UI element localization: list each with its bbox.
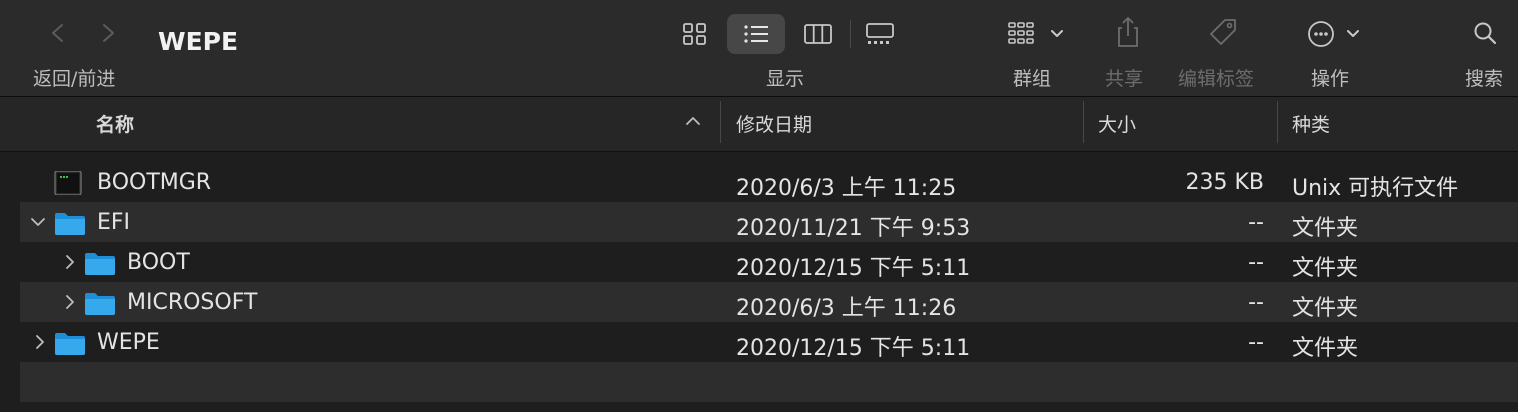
file-size: -- <box>1248 210 1264 235</box>
window-title: WEPE <box>158 27 239 56</box>
column-view-button[interactable] <box>789 14 847 54</box>
sort-ascending-icon[interactable] <box>683 113 703 129</box>
column-view-icon <box>804 24 832 44</box>
column-size[interactable]: 大小 <box>1098 110 1136 137</box>
column-name[interactable]: 名称 <box>96 110 134 137</box>
folder-icon <box>55 333 85 355</box>
group-label: 群组 <box>1013 68 1052 90</box>
column-divider[interactable] <box>720 101 721 143</box>
edit-tags-button[interactable] <box>1205 14 1241 54</box>
chevron-right-icon <box>103 24 114 42</box>
list-item[interactable]: BOOTMGR 2020/6/3 上午 11:25 235 KB Unix 可执… <box>20 162 1518 202</box>
group-button[interactable] <box>1006 14 1068 54</box>
chevron-down-icon[interactable] <box>30 213 46 231</box>
file-date: 2020/6/3 上午 11:26 <box>736 296 957 321</box>
file-list: BOOTMGR 2020/6/3 上午 11:25 235 KB Unix 可执… <box>0 152 1518 412</box>
file-kind: 文件夹 <box>1292 336 1359 361</box>
group-icon <box>1008 22 1063 44</box>
file-size: -- <box>1248 330 1264 355</box>
empty-row <box>20 362 1518 402</box>
ellipsis-circle-icon <box>1308 21 1359 47</box>
file-kind: 文件夹 <box>1292 256 1359 281</box>
file-date: 2020/6/3 上午 11:25 <box>736 176 957 201</box>
tag-icon <box>1210 19 1236 45</box>
action-label: 操作 <box>1311 68 1350 90</box>
chevron-right-icon[interactable] <box>62 293 78 311</box>
grid-view-icon <box>683 23 706 45</box>
forward-button[interactable] <box>94 16 122 50</box>
finder-window: 返回/前进 WEPE 显示 群组 共享 编辑标签 操作 搜索 名称 修改日期 大… <box>0 0 1518 412</box>
chevron-down-icon <box>1051 30 1063 37</box>
terminal-executable-icon <box>54 171 82 195</box>
file-size: -- <box>1248 250 1264 275</box>
list-item[interactable]: BOOT 2020/12/15 下午 5:11 -- 文件夹 <box>20 242 1518 282</box>
search-label: 搜索 <box>1465 68 1504 90</box>
list-view-icon <box>744 25 768 43</box>
action-button[interactable] <box>1306 14 1366 54</box>
folder-icon <box>55 213 85 235</box>
column-divider[interactable] <box>1083 101 1084 143</box>
file-name: EFI <box>97 210 131 235</box>
file-name: MICROSOFT <box>127 290 258 315</box>
nav-label: 返回/前进 <box>33 68 116 90</box>
share-button[interactable] <box>1111 14 1145 54</box>
file-name: BOOTMGR <box>97 170 212 195</box>
file-kind: Unix 可执行文件 <box>1292 176 1459 201</box>
list-view-button[interactable] <box>727 14 785 54</box>
gallery-view-icon <box>866 23 894 44</box>
column-kind[interactable]: 种类 <box>1292 110 1330 137</box>
file-date: 2020/11/21 下午 9:53 <box>736 216 971 241</box>
search-button[interactable] <box>1470 14 1502 54</box>
folder-icon <box>85 293 115 315</box>
edit-tags-label: 编辑标签 <box>1178 68 1255 90</box>
search-icon <box>1474 22 1497 45</box>
file-date: 2020/12/15 下午 5:11 <box>736 336 971 361</box>
column-header: 名称 修改日期 大小 种类 <box>0 97 1518 152</box>
folder-icon <box>85 253 115 275</box>
gallery-view-button[interactable] <box>851 14 909 54</box>
file-size: 235 KB <box>1185 170 1264 195</box>
back-button[interactable] <box>44 16 72 50</box>
file-date: 2020/12/15 下午 5:11 <box>736 256 971 281</box>
share-icon <box>1118 17 1138 47</box>
chevron-right-icon[interactable] <box>32 333 48 351</box>
nav-arrows <box>44 16 124 50</box>
file-name: WEPE <box>97 330 160 355</box>
chevron-right-icon[interactable] <box>62 253 78 271</box>
list-item[interactable]: EFI 2020/11/21 下午 9:53 -- 文件夹 <box>20 202 1518 242</box>
chevron-left-icon <box>52 24 63 42</box>
share-label: 共享 <box>1105 68 1144 90</box>
view-label: 显示 <box>766 68 805 90</box>
toolbar: 返回/前进 WEPE 显示 群组 共享 编辑标签 操作 搜索 <box>0 0 1518 97</box>
icon-view-button[interactable] <box>666 14 724 54</box>
list-item[interactable]: MICROSOFT 2020/6/3 上午 11:26 -- 文件夹 <box>20 282 1518 322</box>
file-name: BOOT <box>127 250 190 275</box>
column-divider[interactable] <box>1277 101 1278 143</box>
file-kind: 文件夹 <box>1292 296 1359 321</box>
list-item[interactable]: WEPE 2020/12/15 下午 5:11 -- 文件夹 <box>20 322 1518 362</box>
file-kind: 文件夹 <box>1292 216 1359 241</box>
column-date[interactable]: 修改日期 <box>736 110 812 137</box>
file-size: -- <box>1248 290 1264 315</box>
